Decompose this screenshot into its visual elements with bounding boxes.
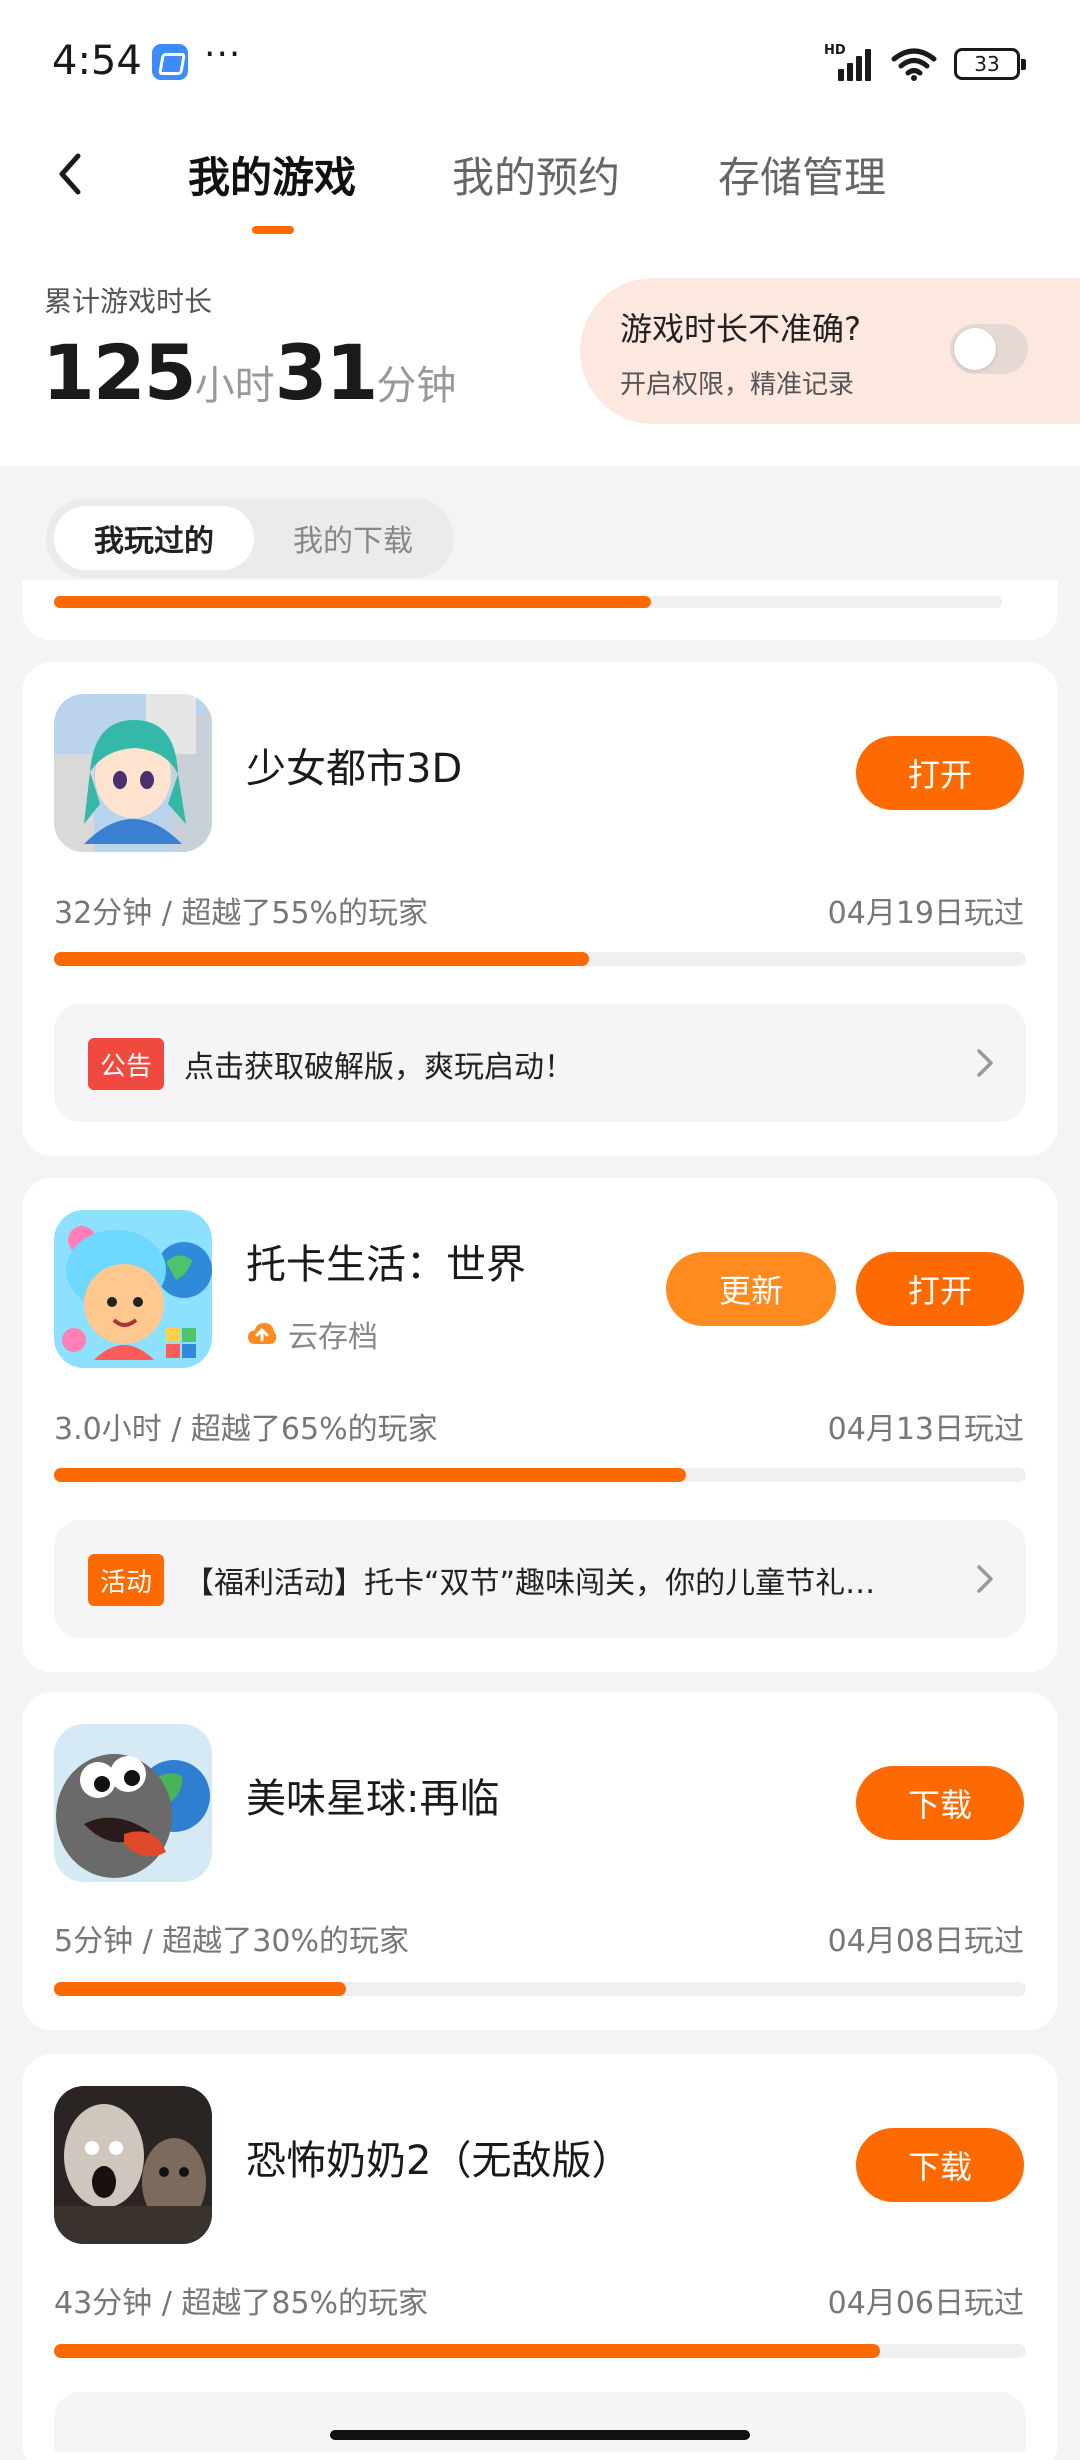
status-time: 4:54 bbox=[52, 38, 142, 84]
more-notifications-icon: ··· bbox=[204, 34, 242, 75]
accuracy-subtitle: 开启权限，精准记录 bbox=[620, 370, 855, 400]
total-playtime-label: 累计游戏时长 bbox=[44, 285, 213, 318]
update-button[interactable]: 更新 bbox=[666, 1252, 836, 1326]
playtime-hours-unit: 小时 bbox=[194, 363, 275, 409]
list-segment-control: 我玩过的 我的下载 bbox=[46, 498, 454, 578]
playtime-progress bbox=[54, 2344, 1026, 2358]
last-played: 04月06日玩过 bbox=[827, 2286, 1024, 2321]
playtime-progress-fill bbox=[54, 1468, 686, 1482]
segment-downloads[interactable]: 我的下载 bbox=[268, 506, 438, 570]
download-button[interactable]: 下载 bbox=[856, 1766, 1024, 1840]
cellular-signal-icon: HD bbox=[824, 43, 874, 81]
accuracy-title: 游戏时长不准确? bbox=[620, 310, 861, 348]
notice-row-partial bbox=[54, 2392, 1026, 2452]
game-card[interactable]: 少女都市3D 打开 32分钟 / 超越了55%的玩家 04月19日玩过 公告 点… bbox=[22, 662, 1058, 1156]
last-played: 04月19日玩过 bbox=[827, 896, 1024, 931]
previous-game-progress bbox=[54, 596, 1002, 608]
game-title: 美味星球:再临 bbox=[246, 1776, 500, 1822]
playtime-stats: 5分钟 / 超越了30%的玩家 bbox=[54, 1924, 409, 1959]
game-icon-tasty-planet[interactable] bbox=[54, 1724, 212, 1882]
playtime-progress-fill bbox=[54, 952, 589, 966]
announcement-row[interactable]: 公告 点击获取破解版，爽玩启动！ bbox=[54, 1004, 1026, 1122]
last-played: 04月08日玩过 bbox=[827, 1924, 1024, 1959]
wifi-icon bbox=[891, 48, 937, 81]
cloud-save-text: 云存档 bbox=[288, 1320, 378, 1355]
accuracy-permission-card: 游戏时长不准确? 开启权限，精准记录 bbox=[580, 278, 1080, 424]
tab-storage-management[interactable]: 存储管理 bbox=[718, 144, 886, 205]
top-nav: 我的游戏 我的预约 存储管理 bbox=[0, 124, 1080, 236]
segment-played[interactable]: 我玩过的 bbox=[54, 506, 254, 570]
game-icon-girl-city[interactable] bbox=[54, 694, 212, 852]
tab-my-reservations[interactable]: 我的预约 bbox=[452, 144, 620, 205]
announcement-badge: 公告 bbox=[88, 1038, 165, 1090]
back-arrow-icon[interactable] bbox=[44, 146, 100, 202]
game-title: 恐怖奶奶2（无敌版） bbox=[246, 2138, 632, 2184]
game-card[interactable]: 恐怖奶奶2（无敌版） 下载 43分钟 / 超越了85%的玩家 04月06日玩过 bbox=[22, 2054, 1058, 2460]
game-icon-toca-life[interactable] bbox=[54, 1210, 212, 1368]
event-text: 【福利活动】托卡“双节”趣味闯关，你的儿童节礼… bbox=[184, 1566, 876, 1601]
chevron-right-icon bbox=[977, 1565, 993, 1593]
game-card[interactable]: 美味星球:再临 下载 5分钟 / 超越了30%的玩家 04月08日玩过 bbox=[22, 1692, 1058, 2030]
open-button[interactable]: 打开 bbox=[856, 1252, 1024, 1326]
playtime-stats: 3.0小时 / 超越了65%的玩家 bbox=[54, 1412, 438, 1447]
chevron-right-icon bbox=[977, 1049, 993, 1077]
game-icon-granny[interactable] bbox=[54, 2086, 212, 2244]
playtime-progress bbox=[54, 952, 1026, 966]
status-icons: HD 33 bbox=[824, 43, 1026, 84]
active-tab-indicator bbox=[252, 226, 294, 234]
playtime-progress bbox=[54, 1468, 1026, 1482]
announcement-text: 点击获取破解版，爽玩启动！ bbox=[184, 1050, 574, 1085]
cloud-upload-icon bbox=[248, 1323, 277, 1344]
notification-app-icon bbox=[152, 44, 188, 80]
home-indicator[interactable] bbox=[330, 2430, 750, 2440]
network-label: HD bbox=[824, 43, 846, 58]
last-played: 04月13日玩过 bbox=[827, 1412, 1024, 1447]
game-card[interactable]: 托卡生活：世界 云存档 更新 打开 3.0小时 / 超越了65%的玩家 04月1… bbox=[22, 1178, 1058, 1672]
battery-icon: 33 bbox=[954, 48, 1026, 80]
playtime-minutes-unit: 分钟 bbox=[376, 363, 457, 409]
game-title: 少女都市3D bbox=[246, 746, 463, 792]
playtime-stats: 43分钟 / 超越了85%的玩家 bbox=[54, 2286, 429, 2321]
playtime-progress-fill bbox=[54, 2344, 881, 2358]
battery-level: 33 bbox=[974, 52, 1000, 76]
playtime-progress bbox=[54, 1982, 1026, 1996]
playtime-minutes: 31 bbox=[274, 328, 379, 417]
playtime-stats: 32分钟 / 超越了55%的玩家 bbox=[54, 896, 429, 931]
playtime-progress-fill bbox=[54, 1982, 346, 1996]
permission-toggle[interactable] bbox=[950, 324, 1028, 374]
toggle-knob bbox=[954, 328, 996, 370]
total-playtime-value: 125小时31分钟 bbox=[42, 328, 456, 417]
open-button[interactable]: 打开 bbox=[856, 736, 1024, 810]
playtime-hours: 125 bbox=[42, 328, 197, 417]
previous-game-progress-fill bbox=[54, 596, 652, 608]
tab-my-games[interactable]: 我的游戏 bbox=[188, 144, 356, 205]
cloud-save-label: 云存档 bbox=[246, 1312, 378, 1356]
download-button[interactable]: 下载 bbox=[856, 2128, 1024, 2202]
event-badge: 活动 bbox=[88, 1554, 165, 1606]
status-bar: 4:54 ··· HD 33 bbox=[0, 0, 1080, 124]
game-title: 托卡生活：世界 bbox=[246, 1242, 526, 1288]
event-row[interactable]: 活动 【福利活动】托卡“双节”趣味闯关，你的儿童节礼… bbox=[54, 1520, 1026, 1638]
previous-game-card-partial bbox=[22, 580, 1058, 640]
playtime-summary: 累计游戏时长 125小时31分钟 游戏时长不准确? 开启权限，精准记录 bbox=[0, 236, 1080, 466]
